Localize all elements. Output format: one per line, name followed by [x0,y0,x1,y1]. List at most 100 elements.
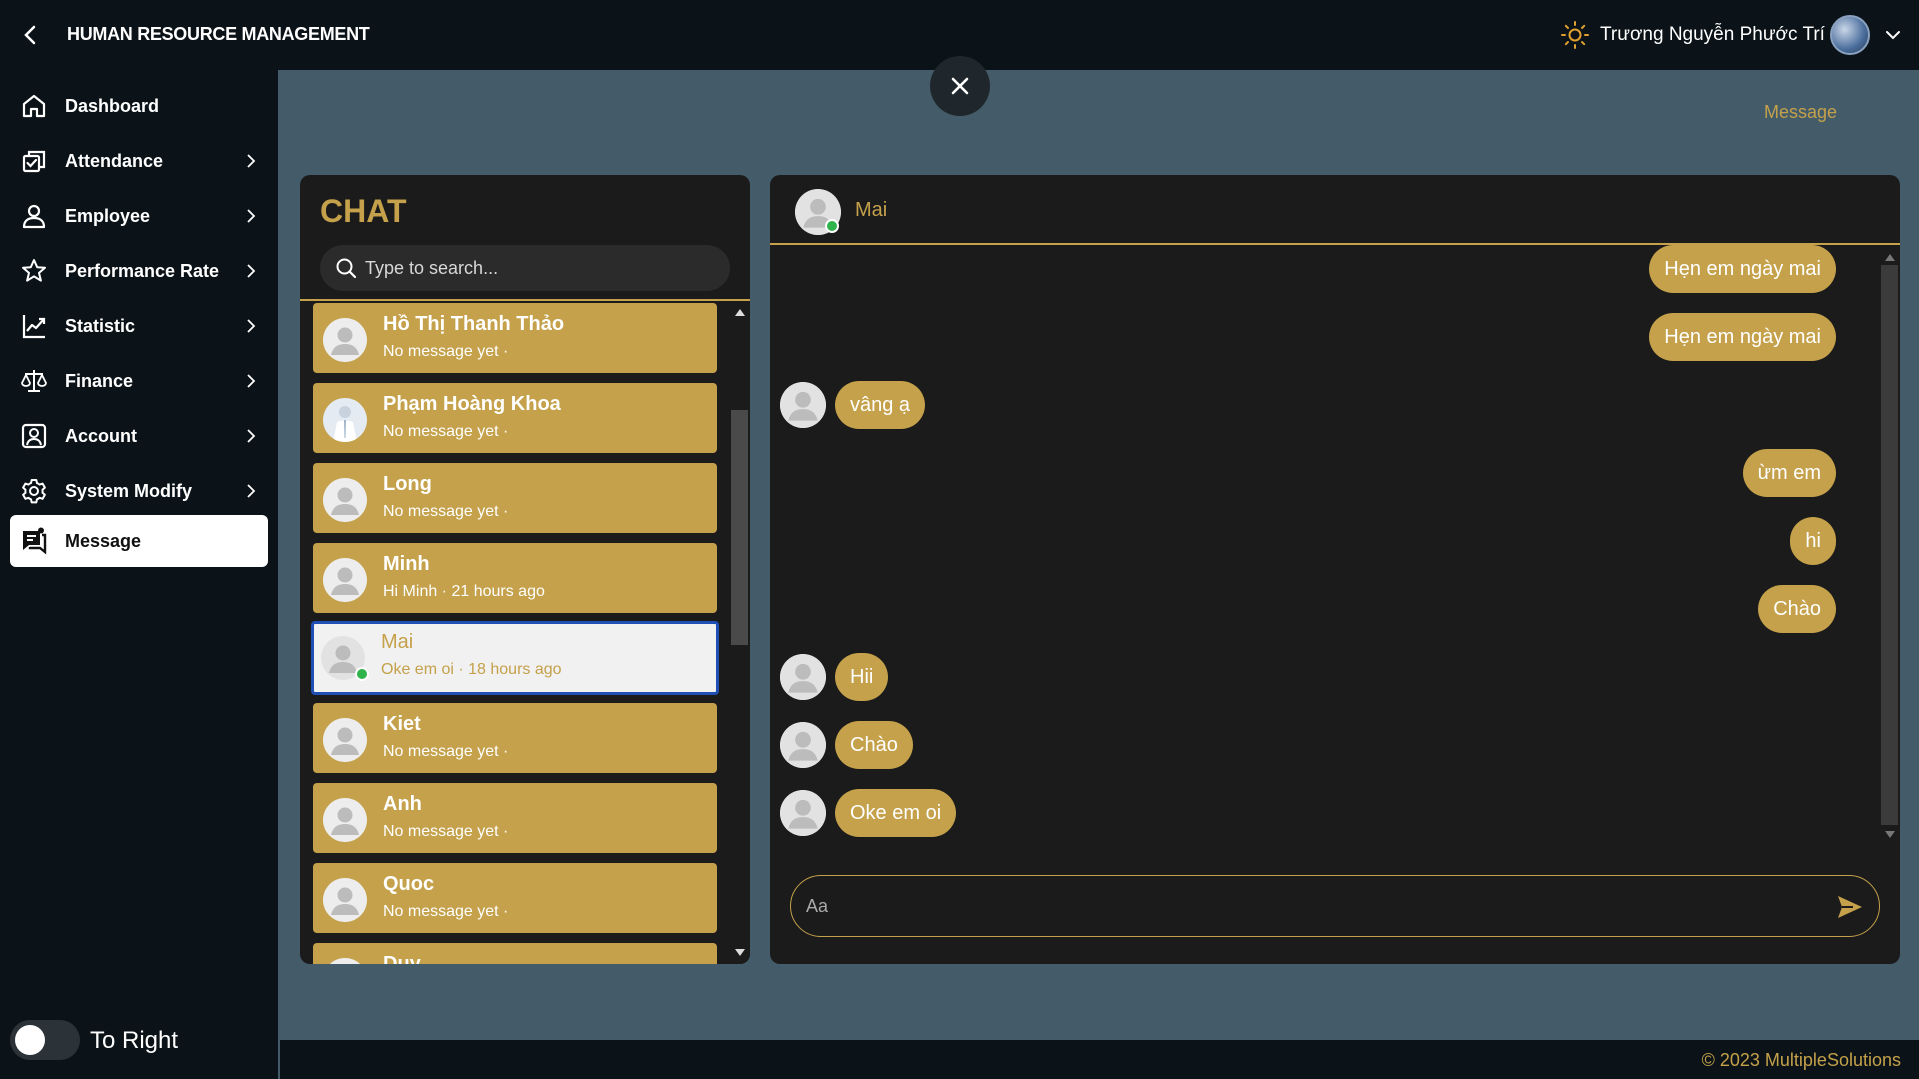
sidebar-item-finance[interactable]: Finance [10,355,268,407]
contact-item[interactable]: Minh Hi Minh · 21 hours ago [313,543,717,613]
avatar [323,558,367,602]
photo-avatar-icon [323,398,367,442]
contact-preview: No message yet · [383,823,509,840]
contact-preview: Hi Minh · 21 hours ago [383,583,545,600]
avatar [323,958,367,964]
contact-preview: No message yet · [383,903,509,920]
sidebar-item-statistic[interactable]: Statistic [10,300,268,352]
default-avatar-icon [329,958,361,964]
search-icon [336,258,357,279]
scroll-down-arrow[interactable] [730,945,750,959]
contact-item[interactable]: Anh No message yet · [313,783,717,853]
default-avatar-icon [780,790,826,836]
chevron-down-icon[interactable] [1884,26,1902,44]
user-icon [22,204,46,229]
send-icon[interactable] [1836,893,1864,921]
close-button[interactable] [930,56,990,116]
contact-item[interactable]: Phạm Hoàng Khoa No message yet · [313,383,717,453]
chat-list-panel: CHAT Hồ Thị Thanh Thảo No message yet · [300,175,750,964]
scrollbar-thumb[interactable] [1881,265,1898,825]
user-avatar[interactable] [1830,15,1870,55]
contact-item[interactable]: Duy [313,943,717,964]
sidebar-item-label: Dashboard [65,95,160,116]
triangle-down-icon [1885,830,1895,838]
close-icon [951,77,969,95]
avatar [323,398,367,442]
triangle-up-icon [1885,253,1895,261]
chevron-right-icon [247,429,256,443]
conversation-name: Mai [855,199,888,221]
sidebar-item-label: Statistic [65,315,136,336]
contact-name: Minh [383,553,430,575]
online-status-dot [355,667,369,681]
chevron-right-icon [247,264,256,278]
default-avatar-icon [323,798,367,842]
scrollbar-thumb[interactable] [731,410,748,645]
back-button[interactable] [18,22,42,48]
default-avatar-icon [323,478,367,522]
message-bubble-sent: hi [1790,517,1836,565]
default-avatar-icon [323,718,367,762]
default-avatar-icon [780,722,826,768]
sidebar-item-performance-rate[interactable]: Performance Rate [10,245,268,297]
scroll-up-arrow[interactable] [730,305,750,319]
avatar [323,718,367,762]
triangle-down-icon [735,948,745,956]
app-title: HUMAN RESOURCE MANAGEMENT [67,24,370,44]
avatar [323,798,367,842]
toggle-label: To Right [90,1027,179,1054]
avatar [323,478,367,522]
chevron-right-icon [247,484,256,498]
message-bubble-received: Chào [835,721,913,769]
contact-item[interactable]: Hồ Thị Thanh Thảo No message yet · [313,303,717,373]
chevron-left-icon [24,25,36,45]
scroll-down-arrow[interactable] [1880,827,1900,841]
account-icon [21,423,47,449]
sidebar-item-system-modify[interactable]: System Modify [10,465,268,517]
sidebar-item-label: Account [65,425,137,446]
message-bubble-sent: ừm em [1742,449,1836,497]
contact-name: Hồ Thị Thanh Thảo [383,313,565,335]
message-bubble-received: Hii [835,653,889,701]
sun-icon[interactable] [1560,20,1590,50]
default-avatar-icon [780,382,826,428]
contact-item[interactable]: Long No message yet · [313,463,717,533]
avatar [780,722,826,768]
sidebar-item-message[interactable]: Message [10,515,268,567]
message-bubble-sent: Chào [1758,585,1836,633]
chat-heading: CHAT [320,193,407,229]
footer: © 2023 MultipleSolutions [280,1040,1919,1079]
sidebar-item-label: Performance Rate [65,260,220,281]
sidebar-item-account[interactable]: Account [10,410,268,462]
message-input[interactable] [806,876,1806,936]
chart-icon [22,315,46,339]
avatar [323,318,367,362]
sidebar-item-attendance[interactable]: Attendance [10,135,268,187]
contact-name: Mai [381,631,414,653]
contact-item[interactable]: Kiet No message yet · [313,703,717,773]
message-bubble-sent: Hẹn em ngày mai [1649,313,1836,361]
sidebar-item-employee[interactable]: Employee [10,190,268,242]
sidebar-item-dashboard[interactable]: Dashboard [10,80,268,132]
contact-item[interactable]: Quoc No message yet · [313,863,717,933]
search-input[interactable] [365,245,720,291]
sidebar-item-label: Employee [65,205,151,226]
sidebar-item-label: Finance [65,370,134,391]
contact-list: Hồ Thị Thanh Thảo No message yet · Phạm … [300,301,730,964]
star-icon [22,259,46,282]
message-bubble-received: vâng ạ [835,381,926,429]
contact-item-active[interactable]: Mai Oke em oi · 18 hours ago [311,621,719,695]
scroll-up-arrow[interactable] [1880,250,1900,264]
contact-name: Duy [383,953,421,964]
breadcrumb[interactable]: Message [1764,102,1837,123]
sidebar-item-label: Attendance [65,150,164,171]
contact-name: Phạm Hoàng Khoa [383,393,561,415]
online-status-dot [825,219,839,233]
toggle-knob [15,1025,45,1055]
contact-preview: No message yet · [383,743,509,760]
contact-preview: No message yet · [383,503,509,520]
default-avatar-icon [780,654,826,700]
direction-toggle[interactable] [10,1020,80,1060]
message-icon [23,527,47,555]
sidebar: Dashboard Attendance Employee Performanc… [0,70,278,1079]
